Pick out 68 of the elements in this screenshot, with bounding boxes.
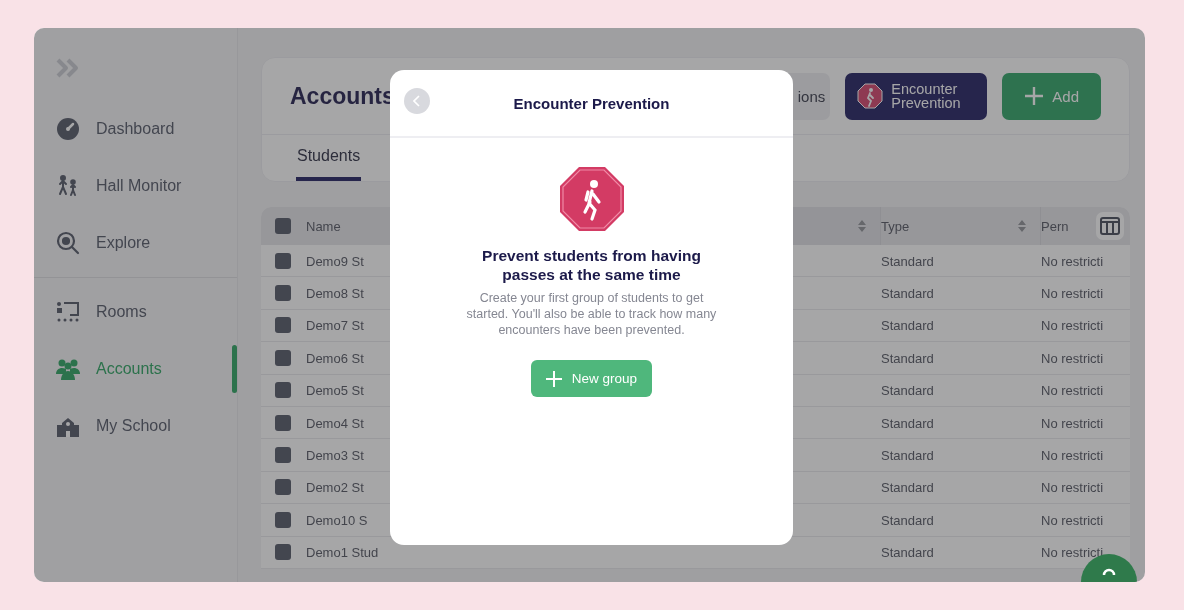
sidebar-item[interactable]: Dashboard bbox=[34, 105, 237, 153]
select-all-checkbox[interactable] bbox=[275, 218, 291, 234]
table-cell: No restricti bbox=[1041, 512, 1104, 528]
tab[interactable]: Students bbox=[296, 135, 362, 181]
classroom-icon bbox=[56, 300, 80, 324]
sidebar-item[interactable]: Hall Monitor bbox=[34, 162, 237, 210]
sidebar-item[interactable]: Accounts bbox=[34, 345, 237, 393]
row-checkbox[interactable] bbox=[275, 349, 291, 366]
chevron-left-icon bbox=[413, 95, 421, 107]
dialog-heading: Prevent students from having passes at the same time bbox=[481, 246, 702, 284]
dialog-description: Create your first group of students to get started. You'll also be able to track how many encounters have been prevented. bbox=[465, 290, 718, 338]
table-cell: No restricti bbox=[1041, 415, 1104, 431]
search-icon bbox=[56, 231, 80, 255]
table-cell: No restricti bbox=[1041, 545, 1104, 561]
table-cell: Demo2 St bbox=[306, 480, 364, 496]
column-header[interactable]: Pern bbox=[1041, 218, 1069, 234]
table-cell: No restricti bbox=[1041, 318, 1104, 334]
table-cell: Standard bbox=[881, 545, 934, 561]
table-cell: Demo7 St bbox=[306, 318, 364, 334]
row-checkbox[interactable] bbox=[275, 511, 291, 528]
table-cell: Standard bbox=[881, 480, 934, 496]
table-cell: Standard bbox=[881, 286, 934, 302]
row-checkbox[interactable] bbox=[275, 285, 291, 302]
header-button[interactable]: Add bbox=[1002, 72, 1101, 120]
row-checkbox[interactable] bbox=[275, 382, 291, 399]
stop-sign-icon bbox=[857, 83, 884, 109]
table-cell: Standard bbox=[881, 448, 934, 464]
plus-icon bbox=[545, 370, 562, 387]
sidebar-item[interactable]: My School bbox=[34, 402, 237, 450]
table-cell: No restricti bbox=[1041, 286, 1104, 302]
stop-sign-icon bbox=[558, 166, 625, 232]
gauge-icon bbox=[56, 117, 80, 141]
table-cell: No restricti bbox=[1041, 383, 1104, 399]
column-header[interactable]: Name bbox=[306, 218, 341, 234]
table-cell: Demo3 St bbox=[306, 448, 364, 464]
table-cell: Standard bbox=[881, 383, 934, 399]
table-cell: No restricti bbox=[1041, 480, 1104, 496]
header-button[interactable]: Encounter Prevention bbox=[845, 72, 988, 120]
table-cell: No restricti bbox=[1041, 350, 1104, 366]
table-cell: Standard bbox=[881, 350, 934, 366]
row-checkbox[interactable] bbox=[275, 317, 291, 334]
people-icon bbox=[56, 357, 80, 381]
row-checkbox[interactable] bbox=[275, 544, 291, 561]
table-cell: Demo1 Stud bbox=[306, 545, 379, 561]
columns-icon[interactable] bbox=[1096, 212, 1124, 240]
table-cell: Demo6 St bbox=[306, 350, 364, 366]
plus-icon bbox=[1024, 86, 1045, 106]
table-cell: Demo10 S bbox=[306, 512, 368, 528]
row-checkbox[interactable] bbox=[275, 252, 291, 269]
new-group-button[interactable]: New group bbox=[530, 360, 653, 397]
table-cell: Demo8 St bbox=[306, 286, 364, 302]
table-cell: Demo4 St bbox=[306, 415, 364, 431]
sidebar-item[interactable]: Rooms bbox=[34, 288, 237, 336]
table-cell: Demo9 St bbox=[306, 253, 364, 269]
row-checkbox[interactable] bbox=[275, 479, 291, 496]
table-cell: Standard bbox=[881, 415, 934, 431]
table-cell: Standard bbox=[881, 512, 934, 528]
dialog-title: Encounter Prevention bbox=[513, 94, 670, 112]
page-title: Accounts bbox=[290, 82, 395, 110]
sidebar-item[interactable]: Explore bbox=[34, 219, 237, 267]
table-cell: Standard bbox=[881, 253, 934, 269]
table-cell: Standard bbox=[881, 318, 934, 334]
table-cell: No restricti bbox=[1041, 448, 1104, 464]
column-header[interactable]: Type bbox=[881, 218, 910, 234]
table-cell: No restricti bbox=[1041, 253, 1104, 269]
row-checkbox[interactable] bbox=[275, 414, 291, 431]
table-cell: Demo5 St bbox=[306, 383, 364, 399]
row-checkbox[interactable] bbox=[275, 447, 291, 464]
